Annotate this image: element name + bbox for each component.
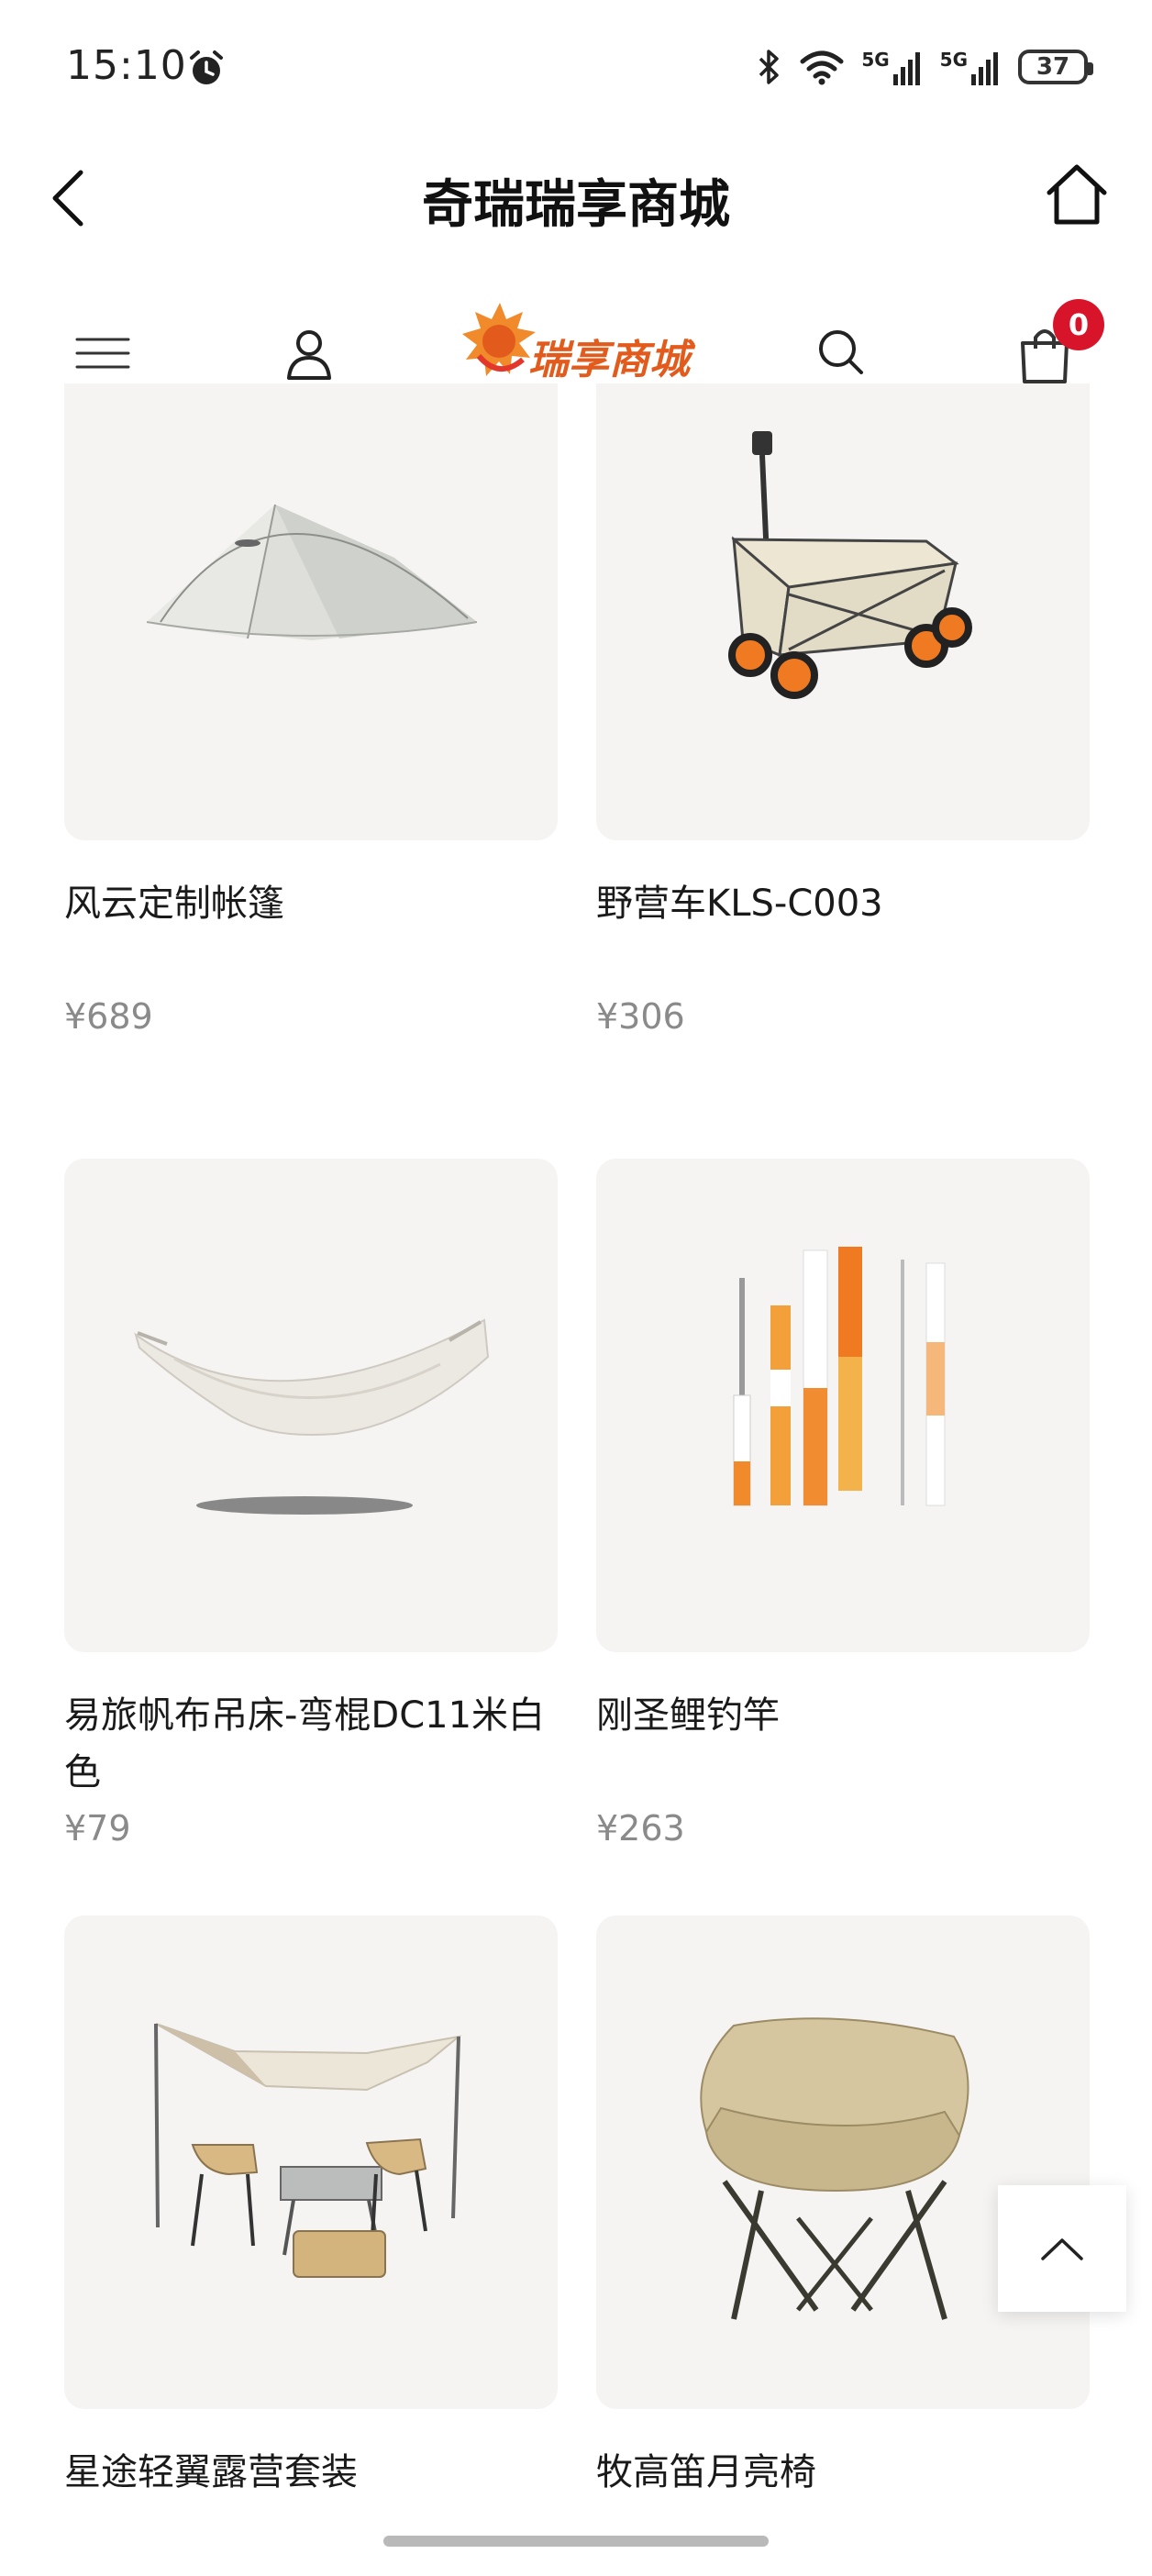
product-image[interactable] (596, 383, 1090, 840)
status-time: 15:10 (66, 42, 187, 89)
signal-bars-icon (892, 52, 920, 85)
product-image[interactable] (64, 1159, 558, 1652)
product-price: ¥263 (596, 1808, 685, 1849)
fishing-rod-image (733, 1247, 946, 1506)
hammock-image (134, 1318, 490, 1515)
product-image[interactable] (596, 1915, 1090, 2409)
product-name: 易旅帆布吊床-弯棍DC11米白色 (64, 1694, 546, 1793)
chevron-up-icon (1041, 2238, 1083, 2260)
menu-icon[interactable] (73, 321, 138, 385)
camping-wagon-image (728, 431, 972, 699)
product-price: ¥306 (596, 996, 685, 1037)
wifi-icon (800, 50, 844, 85)
cart-count-badge: 0 (1053, 299, 1104, 350)
logo-text: 瑞享商城 (528, 337, 690, 383)
product-name: 刚圣鲤钓竿 (596, 1694, 780, 1737)
moon-chair-image (700, 2017, 969, 2320)
scroll-to-top-button[interactable] (998, 2185, 1126, 2312)
product-price: ¥689 (64, 996, 153, 1037)
product-name: 野营车KLS-C003 (596, 883, 883, 925)
signal-2: 5G (940, 49, 1002, 85)
alarm-icon (190, 50, 223, 84)
product-image[interactable] (64, 383, 558, 840)
home-icon[interactable] (1040, 158, 1113, 231)
product-card[interactable]: 星途轻翼露营套装 (64, 1915, 558, 2565)
camping-set-image (154, 2023, 462, 2278)
status-icons: 5G 5G 37 (757, 44, 1093, 90)
battery-indicator: 37 (1018, 50, 1093, 84)
page-title: 奇瑞瑞享商城 (422, 175, 730, 235)
product-image[interactable] (64, 1915, 558, 2409)
product-card[interactable]: 风云定制帐篷 ¥689 (64, 383, 558, 1037)
battery-level: 37 (1036, 53, 1070, 81)
home-indicator[interactable] (383, 2536, 769, 2547)
user-icon[interactable] (277, 321, 341, 385)
signal-bars-icon (971, 52, 998, 85)
signal-1: 5G (861, 49, 923, 85)
product-image[interactable] (596, 1159, 1090, 1652)
search-icon[interactable] (810, 321, 874, 385)
title-bar: 奇瑞瑞享商城 (0, 138, 1152, 257)
status-bar: 15:10 5G 5G 37 (0, 0, 1152, 138)
product-price: ¥79 (64, 1808, 131, 1849)
network-label-1: 5G (861, 49, 890, 71)
network-label-2: 5G (939, 49, 968, 71)
product-card[interactable]: 野营车KLS-C003 ¥306 (596, 383, 1090, 1037)
tent-image (146, 504, 478, 640)
product-card[interactable]: 刚圣鲤钓竿 ¥263 (596, 1159, 1090, 1849)
product-name: 风云定制帐篷 (64, 883, 284, 925)
product-card[interactable]: 易旅帆布吊床-弯棍DC11米白色 ¥79 (64, 1159, 558, 1849)
bluetooth-icon (759, 50, 780, 84)
